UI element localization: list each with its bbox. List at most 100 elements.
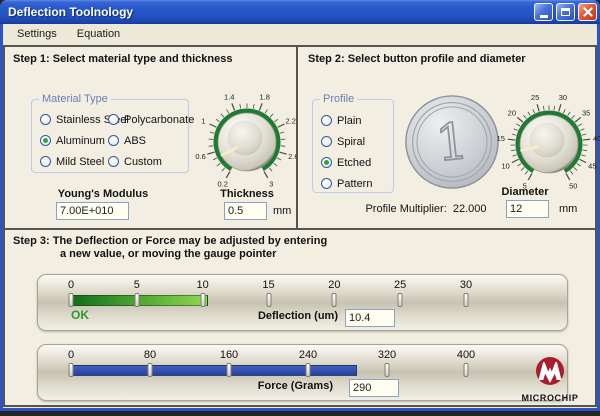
knob-tick <box>512 155 516 156</box>
gauge-tick-label: 160 <box>220 349 238 361</box>
gauge-tick-mark <box>69 363 74 377</box>
gauge-tick-label: 0 <box>68 349 74 361</box>
microchip-logo-icon <box>532 356 568 388</box>
menu-bar: SettingsEquation <box>3 24 597 44</box>
knob-tick <box>517 164 521 167</box>
gauge-tick-label: 15 <box>262 279 274 291</box>
knob-tick <box>568 112 570 116</box>
knob-tick <box>226 171 230 177</box>
radio-button[interactable] <box>321 136 332 147</box>
radio-button[interactable] <box>40 156 51 167</box>
knob-tick <box>578 124 582 126</box>
window-title: Deflection Toolnology <box>0 5 534 19</box>
knob-tick <box>221 114 224 117</box>
thickness-label: Thickness <box>197 188 297 200</box>
knob-tick <box>277 158 281 160</box>
gauge-tick-label: 0 <box>68 279 74 291</box>
knob-tick <box>543 106 544 110</box>
knob-tick <box>574 167 577 170</box>
radio-option-mild-steel[interactable]: Mild Steel <box>40 151 108 172</box>
thickness-unit: mm <box>273 205 291 217</box>
knob-tick <box>572 115 575 118</box>
gauge-tick-label: 400 <box>457 349 475 361</box>
deflection-gauge: 051015202530 OK Deflection (um) <box>37 274 568 331</box>
knob-tick <box>559 104 561 111</box>
radio-button[interactable] <box>321 115 332 126</box>
radio-button[interactable] <box>108 135 119 146</box>
diameter-knob[interactable]: 5101520253035404550 <box>494 89 600 199</box>
deflection-axis-label: Deflection (um) <box>178 310 338 322</box>
button-digit: 1 <box>433 112 471 173</box>
knob-tick-label: 1 <box>201 116 205 125</box>
client-area: Step 1: Select material type and thickne… <box>3 44 597 408</box>
close-button[interactable] <box>578 3 597 21</box>
knob-tick <box>209 146 213 147</box>
knob-tick <box>581 155 585 156</box>
knob-tick <box>259 103 262 110</box>
radio-option-abs[interactable]: ABS <box>108 130 194 151</box>
deflection-gauge-pointer-bar[interactable] <box>71 295 208 306</box>
profile-options: Plain Spiral Etched Pattern <box>321 110 372 194</box>
maximize-button[interactable] <box>556 3 575 21</box>
knob-tick-label: 2.2 <box>285 116 295 125</box>
menu-item-equation[interactable]: Equation <box>67 24 130 44</box>
knob-tick <box>521 167 524 170</box>
thickness-knob[interactable]: 0.20.611.41.82.22.63 <box>192 87 302 197</box>
radio-option-plain[interactable]: Plain <box>321 110 372 131</box>
knob-tick <box>580 129 584 131</box>
radio-option-pattern[interactable]: Pattern <box>321 173 372 194</box>
radio-option-spiral[interactable]: Spiral <box>321 131 372 152</box>
knob-tick <box>264 171 268 177</box>
knob-tick <box>210 124 217 127</box>
knob-tick-label: 1.8 <box>260 92 270 101</box>
close-icon <box>583 7 593 17</box>
profile-groupbox: Profile PlainSpiralEtchedPattern <box>312 99 394 193</box>
knob-tick <box>207 152 214 154</box>
knob-tick <box>280 132 284 133</box>
force-gauge-scale[interactable]: 080160240320400 <box>71 345 466 402</box>
knob-tick <box>575 117 581 122</box>
radio-option-aluminum[interactable]: Aluminum <box>40 130 108 151</box>
knob-tick <box>517 117 523 122</box>
knob-tick <box>279 152 286 154</box>
radio-button[interactable] <box>108 156 119 167</box>
diameter-field[interactable] <box>506 200 549 218</box>
radio-option-etched[interactable]: Etched <box>321 152 372 173</box>
knob-tick <box>281 146 285 147</box>
radio-button[interactable] <box>40 114 51 125</box>
gauge-tick-label: 20 <box>328 279 340 291</box>
radio-button[interactable] <box>321 157 332 168</box>
radio-option-custom[interactable]: Custom <box>108 151 194 172</box>
deflection-value-field[interactable] <box>345 309 395 327</box>
thickness-field[interactable] <box>224 202 267 220</box>
radio-label: Spiral <box>337 136 365 148</box>
knob-tick <box>577 164 581 167</box>
app-window: Deflection Toolnology SettingsEquation S… <box>0 0 600 411</box>
force-value-field[interactable] <box>349 379 399 397</box>
knob-tick-label: 1.4 <box>224 92 234 101</box>
maximize-icon <box>561 8 570 16</box>
material-type-groupbox: Material Type Stainless SteelPolycarbona… <box>31 99 189 173</box>
youngs-modulus-field[interactable] <box>56 202 129 220</box>
force-gauge-pointer-bar[interactable] <box>71 365 357 376</box>
gauge-tick-label: 30 <box>460 279 472 291</box>
radio-button[interactable] <box>40 135 51 146</box>
step2-header: Step 2: Select button profile and diamet… <box>308 53 526 65</box>
title-bar[interactable]: Deflection Toolnology <box>0 0 600 24</box>
knob-tick-label: 45 <box>588 161 596 170</box>
button-preview-image: 1 <box>404 94 500 190</box>
gauge-tick-mark <box>464 293 469 307</box>
deflection-gauge-scale[interactable]: 051015202530 <box>71 275 466 332</box>
radio-label: Aluminum <box>56 135 105 147</box>
minimize-button[interactable] <box>534 3 553 21</box>
radio-button[interactable] <box>108 114 119 125</box>
radio-option-polycarbonate[interactable]: Polycarbonate <box>108 109 194 130</box>
gauge-tick-mark <box>227 363 232 377</box>
radio-button[interactable] <box>321 178 332 189</box>
radio-label: Pattern <box>337 178 372 190</box>
menu-item-settings[interactable]: Settings <box>7 24 67 44</box>
gauge-tick-mark <box>306 363 311 377</box>
force-axis-label: Force (Grams) <box>173 380 333 392</box>
radio-option-stainless-steel[interactable]: Stainless Steel <box>40 109 108 130</box>
knob-tick <box>537 104 539 111</box>
